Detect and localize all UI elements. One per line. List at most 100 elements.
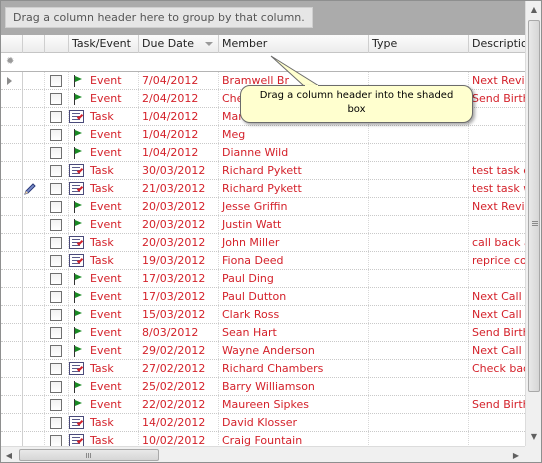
description-cell[interactable]: call back a [469, 234, 525, 251]
description-cell[interactable] [469, 270, 525, 287]
attachment-cell[interactable] [23, 360, 45, 377]
complete-checkbox[interactable] [50, 399, 62, 411]
description-cell[interactable]: Next Revie [469, 72, 525, 89]
complete-checkbox[interactable] [50, 417, 62, 429]
attachment-cell[interactable] [23, 108, 45, 125]
attachment-cell[interactable] [23, 306, 45, 323]
complete-checkbox[interactable] [50, 147, 62, 159]
member-cell[interactable]: Fiona Deed [219, 252, 369, 269]
table-row[interactable]: Event 17/03/2012 Paul Dutton Next Call [1, 288, 525, 306]
task-event-cell[interactable]: Event [69, 72, 139, 89]
type-cell[interactable] [369, 162, 469, 179]
complete-checkbox[interactable] [50, 237, 62, 249]
column-header-task-event[interactable]: Task/Event [69, 35, 139, 53]
attachment-cell[interactable] [23, 342, 45, 359]
group-by-panel[interactable]: Drag a column header here to group by th… [1, 1, 525, 35]
table-row[interactable]: Event 20/03/2012Jesse Griffin Next Revie [1, 198, 525, 216]
task-event-cell[interactable]: Event [69, 324, 139, 341]
complete-checkbox[interactable] [50, 291, 62, 303]
description-cell[interactable]: Check bac [469, 360, 525, 377]
due-date-cell[interactable]: 10/02/2012 [139, 432, 219, 446]
member-cell[interactable]: John Miller [219, 234, 369, 251]
task-event-cell[interactable]: Event [69, 126, 139, 143]
description-cell[interactable]: Send Birthc [469, 396, 525, 413]
description-cell[interactable]: Next Call [469, 288, 525, 305]
type-cell[interactable] [369, 126, 469, 143]
due-date-cell[interactable]: 20/03/2012 [139, 198, 219, 215]
table-row[interactable]: Event 29/02/2012 Wayne Anderson Next Call [1, 342, 525, 360]
task-event-cell[interactable]: Task [69, 432, 139, 446]
attachment-cell[interactable] [23, 396, 45, 413]
due-date-cell[interactable]: 14/02/2012 [139, 414, 219, 431]
column-header-due-date[interactable]: Due Date [139, 35, 219, 53]
attachment-cell[interactable] [23, 414, 45, 431]
task-event-cell[interactable]: Task [69, 108, 139, 125]
table-row[interactable]: Event 20/03/2012 Justin Watt [1, 216, 525, 234]
member-cell[interactable]: Maureen Sipkes [219, 396, 369, 413]
row-indicator[interactable] [1, 144, 23, 161]
attachment-cell[interactable] [23, 378, 45, 395]
table-row[interactable]: Task 19/03/2012Fiona Deed reprice cov [1, 252, 525, 270]
task-event-cell[interactable]: Task [69, 360, 139, 377]
complete-checkbox[interactable] [50, 201, 62, 213]
complete-checkbox[interactable] [50, 111, 62, 123]
complete-checkbox[interactable] [50, 255, 62, 267]
member-cell[interactable]: Sean Hart [219, 324, 369, 341]
due-date-cell[interactable]: 27/02/2012 [139, 360, 219, 377]
task-event-cell[interactable]: Event [69, 306, 139, 323]
row-indicator[interactable] [1, 126, 23, 143]
due-date-cell[interactable]: 2/04/2012 [139, 90, 219, 107]
type-cell[interactable] [369, 180, 469, 197]
complete-checkbox[interactable] [50, 381, 62, 393]
complete-checkbox[interactable] [50, 75, 62, 87]
task-event-cell[interactable]: Task [69, 162, 139, 179]
task-event-cell[interactable]: Task [69, 252, 139, 269]
description-cell[interactable]: Next Call [469, 342, 525, 359]
description-cell[interactable]: test task er [469, 162, 525, 179]
due-date-cell[interactable]: 20/03/2012 [139, 234, 219, 251]
due-date-cell[interactable]: 25/02/2012 [139, 378, 219, 395]
attachment-cell[interactable] [23, 234, 45, 251]
type-cell[interactable] [369, 414, 469, 431]
row-indicator[interactable] [1, 108, 23, 125]
due-date-cell[interactable]: 29/02/2012 [139, 342, 219, 359]
type-cell[interactable] [369, 288, 469, 305]
description-cell[interactable] [469, 414, 525, 431]
scroll-up-icon[interactable]: ▲ [526, 1, 541, 18]
due-date-cell[interactable]: 20/03/2012 [139, 216, 219, 233]
member-cell[interactable]: Richard Pykett [219, 180, 369, 197]
due-date-cell[interactable]: 17/03/2012 [139, 288, 219, 305]
type-cell[interactable] [369, 396, 469, 413]
row-indicator[interactable] [1, 414, 23, 431]
member-cell[interactable]: Richard Chambers [219, 360, 369, 377]
column-header-description[interactable]: Description [469, 35, 525, 53]
description-cell[interactable]: Send Birthc [469, 90, 525, 107]
row-indicator[interactable] [1, 360, 23, 377]
table-row[interactable]: Event 8/03/2012Sean Hart Send Birthc [1, 324, 525, 342]
description-cell[interactable] [469, 144, 525, 161]
member-cell[interactable]: Richard Pykett [219, 162, 369, 179]
description-cell[interactable] [469, 216, 525, 233]
description-cell[interactable] [469, 378, 525, 395]
due-date-cell[interactable]: 21/03/2012 [139, 180, 219, 197]
scroll-left-icon[interactable]: ◀ [1, 447, 17, 462]
vertical-scroll-thumb[interactable] [528, 20, 540, 392]
row-indicator[interactable] [1, 396, 23, 413]
task-event-cell[interactable]: Event [69, 288, 139, 305]
table-row[interactable]: Event 1/04/2012 Dianne Wild [1, 144, 525, 162]
member-cell[interactable]: Paul Ding [219, 270, 369, 287]
due-date-cell[interactable]: 17/03/2012 [139, 270, 219, 287]
due-date-cell[interactable]: 1/04/2012 [139, 144, 219, 161]
attachment-cell[interactable] [23, 324, 45, 341]
due-date-cell[interactable]: 30/03/2012 [139, 162, 219, 179]
member-cell[interactable]: Meg [219, 126, 369, 143]
attachment-cell[interactable] [23, 252, 45, 269]
attachment-cell[interactable] [23, 432, 45, 446]
complete-checkbox[interactable] [50, 165, 62, 177]
attachment-cell[interactable] [23, 216, 45, 233]
member-cell[interactable]: Paul Dutton [219, 288, 369, 305]
table-row[interactable]: Event 22/02/2012Maureen Sipkes Send Birthc [1, 396, 525, 414]
table-row[interactable]: Task 14/02/2012 David Klosser [1, 414, 525, 432]
task-event-cell[interactable]: Event [69, 198, 139, 215]
task-event-cell[interactable]: Event [69, 342, 139, 359]
